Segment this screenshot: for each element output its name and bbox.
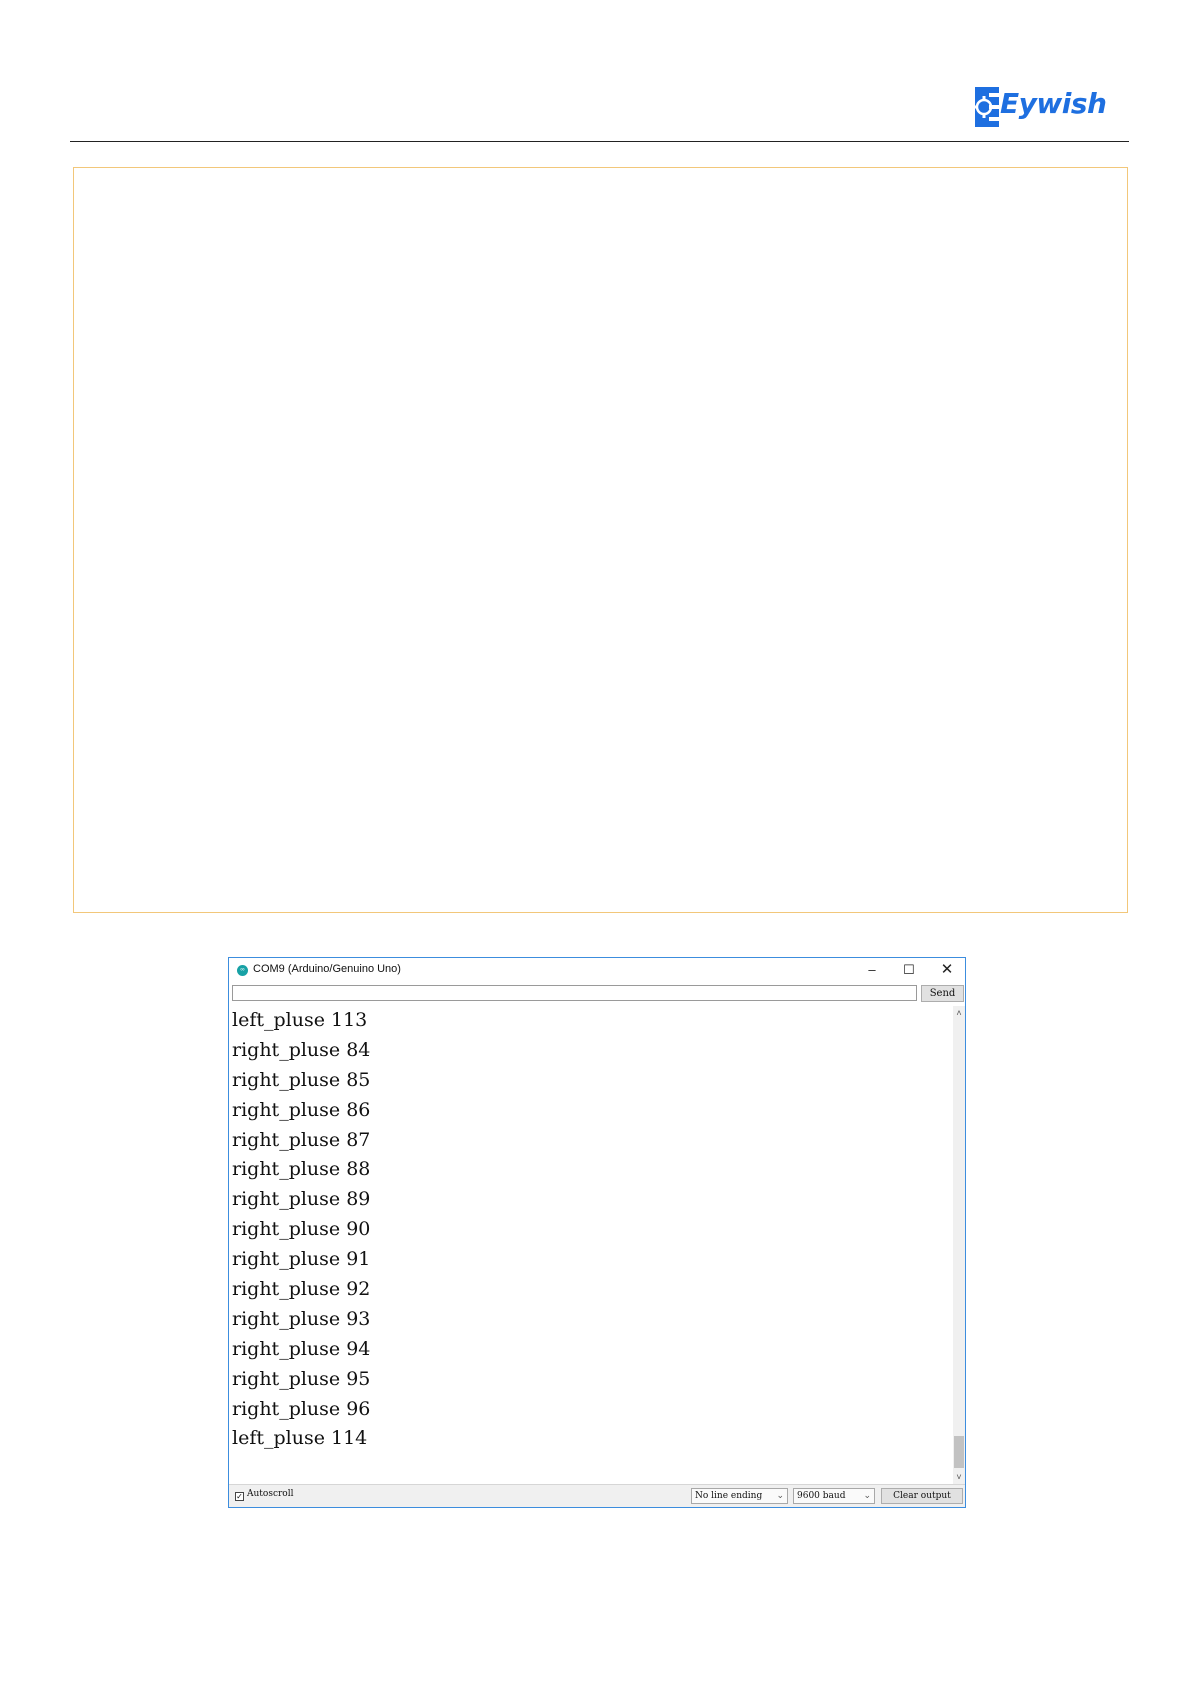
output-scrollbar[interactable]: ˄ ˅ xyxy=(953,1006,965,1484)
brand-logo: Eywish xyxy=(974,85,1107,129)
arduino-app-icon: ∞ xyxy=(237,965,248,976)
line-ending-value: No line ending xyxy=(695,1491,763,1501)
line-ending-select[interactable]: No line ending ⌄ xyxy=(691,1488,788,1504)
output-line: right_pluse 89 xyxy=(232,1188,371,1211)
scroll-down-icon[interactable]: ˅ xyxy=(953,1470,965,1484)
send-button[interactable]: Send xyxy=(921,985,964,1002)
output-line: right_pluse 93 xyxy=(232,1307,371,1330)
close-icon[interactable]: ✕ xyxy=(933,960,961,980)
serial-send-input[interactable] xyxy=(232,985,917,1001)
output-line: right_pluse 85 xyxy=(232,1068,371,1091)
scroll-thumb[interactable] xyxy=(954,1436,964,1468)
logo-text: Eywish xyxy=(1000,87,1107,120)
output-line: right_pluse 95 xyxy=(232,1367,371,1390)
output-line: right_pluse 84 xyxy=(232,1038,371,1061)
window-title: COM9 (Arduino/Genuino Uno) xyxy=(253,963,401,975)
output-line: right_pluse 91 xyxy=(232,1248,371,1271)
scroll-up-icon[interactable]: ˄ xyxy=(953,1006,965,1020)
output-line: right_pluse 94 xyxy=(232,1337,371,1360)
status-bar: ✓ Autoscroll No line ending ⌄ 9600 baud … xyxy=(229,1484,965,1507)
output-line: right_pluse 88 xyxy=(232,1158,371,1181)
serial-output[interactable]: left_pluse 113 right_pluse 84 right_pluse … xyxy=(229,1006,953,1484)
autoscroll-label: Autoscroll xyxy=(247,1489,294,1499)
maximize-icon[interactable]: ☐ xyxy=(895,960,923,980)
output-line: right_pluse 86 xyxy=(232,1098,371,1121)
output-line: left_pluse 114 xyxy=(232,1427,368,1450)
output-line: right_pluse 92 xyxy=(232,1278,371,1301)
output-line: right_pluse 90 xyxy=(232,1218,371,1241)
title-bar[interactable]: ∞ COM9 (Arduino/Genuino Uno) – ☐ ✕ xyxy=(229,958,965,982)
baud-rate-select[interactable]: 9600 baud ⌄ xyxy=(793,1488,875,1504)
gear-icon xyxy=(975,87,999,127)
output-line: left_pluse 113 xyxy=(232,1009,368,1031)
chevron-down-icon: ⌄ xyxy=(863,1491,871,1501)
output-line: right_pluse 87 xyxy=(232,1128,371,1151)
chevron-down-icon: ⌄ xyxy=(776,1491,784,1501)
baud-rate-value: 9600 baud xyxy=(797,1491,846,1501)
clear-output-button[interactable]: Clear output xyxy=(881,1488,963,1504)
autoscroll-checkbox[interactable]: ✓ xyxy=(235,1492,244,1501)
minimize-icon[interactable]: – xyxy=(858,960,886,980)
code-block-frame xyxy=(73,167,1128,913)
header-divider xyxy=(70,141,1129,142)
serial-monitor-window: ∞ COM9 (Arduino/Genuino Uno) – ☐ ✕ Send … xyxy=(228,957,966,1508)
output-line: right_pluse 96 xyxy=(232,1397,371,1420)
